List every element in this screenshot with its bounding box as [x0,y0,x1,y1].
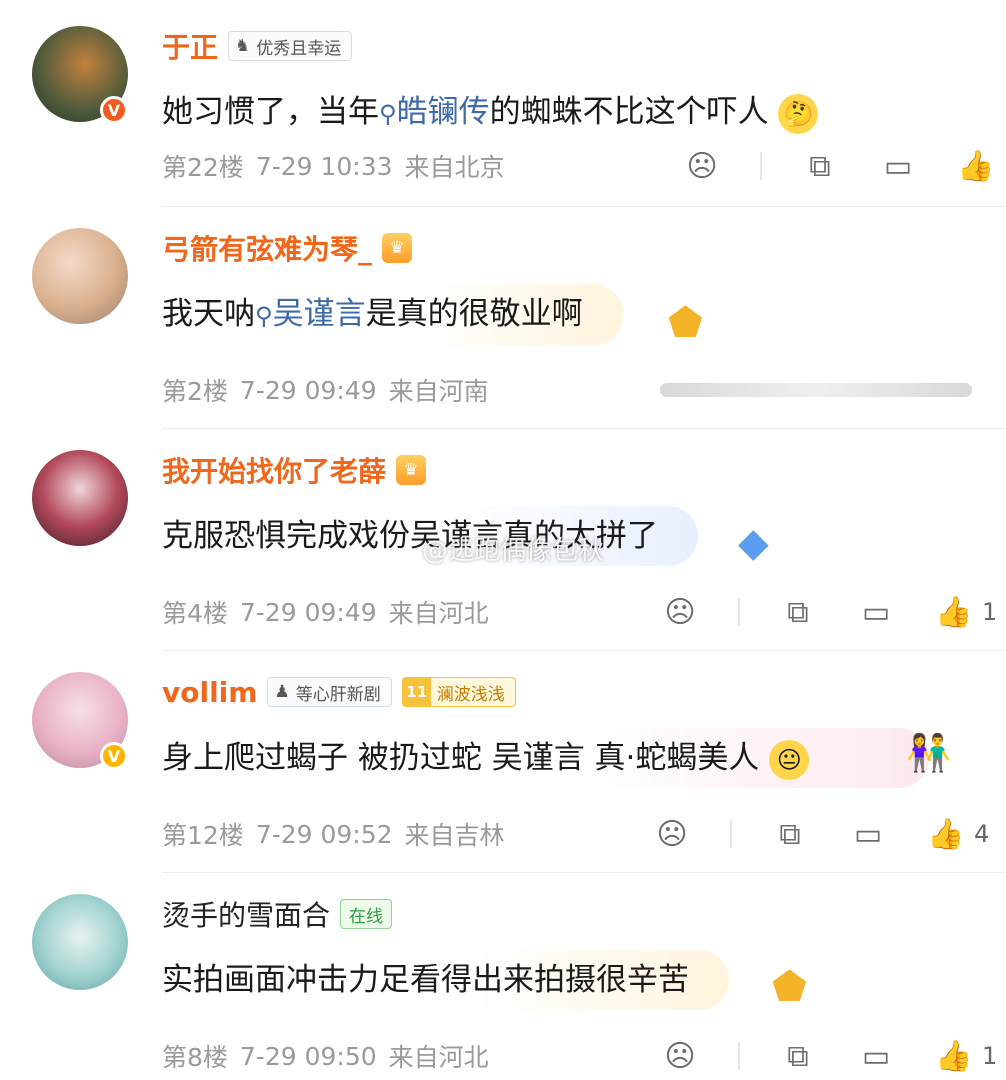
divider [162,206,1006,207]
comment-actions: ☹ ⧉ ▭ 👍 1 [660,592,997,632]
comment-body: 我天呐⚲吴谨言是真的很敬业啊 [162,284,623,346]
avatar[interactable] [32,894,128,990]
comment-icon[interactable]: ▭ [878,146,918,186]
comment-actions: ☹ ⧉ ▭ 👍 [682,146,996,186]
username[interactable]: 我开始找你了老薛 [162,450,386,490]
divider [162,650,1006,651]
divider [162,428,1006,429]
comment-meta: 第8楼 7-29 09:50 来自河北 [162,1041,489,1073]
comment-body: 实拍画面冲击力足看得出来拍摄很辛苦 [162,950,729,1010]
comment-actions: ☹ ⧉ ▭ 👍 1 [660,1036,997,1076]
share-icon[interactable]: ⧉ [770,814,810,854]
share-icon[interactable]: ⧉ [800,146,840,186]
comment-meta: 第22楼 7-29 10:33 来自北京 [162,151,505,183]
like-count: 4 [974,820,990,848]
topic-link[interactable]: 吴谨言 [273,296,366,332]
thinking-emoji-icon: 🤔 [778,93,819,134]
like-icon[interactable]: 👍 [926,814,966,854]
verified-icon: V [100,742,128,770]
comment-icon[interactable]: ▭ [848,814,888,854]
dislike-icon[interactable]: ☹ [652,814,692,854]
gold-badge-icon: ⬟ [668,300,703,346]
diamond-badge-icon: ◆ [738,520,769,566]
share-icon[interactable]: ⧉ [778,1036,818,1076]
blurred-actions [660,383,972,397]
dislike-icon[interactable]: ☹ [682,146,722,186]
comment-meta: 第12楼 7-29 09:52 来自吉林 [162,819,505,851]
watermark: @逃跑偶像包秋 [422,536,605,566]
crown-icon: ♛ [382,233,413,263]
gold-badge-icon: ⬟ [772,964,807,1010]
divider [738,598,740,626]
avatar[interactable] [32,228,128,324]
divider [162,872,1006,873]
user-badge[interactable]: ♞ 优秀且幸运 [228,31,353,61]
comment-meta: 第2楼 7-29 09:49 来自河南 [162,375,489,407]
fan-badge[interactable]: 11 澜波浅浅 [401,677,516,707]
badge-icon: ♞ [235,36,251,56]
like-count: 1 [982,1042,998,1070]
person-icon: ♟ [274,682,290,702]
comment-meta: 第4楼 7-29 09:49 来自河北 [162,597,489,629]
comment-body: 她习惯了，当年⚲皓镧传的蜘蛛不比这个吓人 🤔 [162,82,819,144]
avatar[interactable] [32,450,128,546]
comment-actions: ☹ ⧉ ▭ 👍 4 [652,814,989,854]
divider [738,1042,740,1070]
like-count: 1 [982,598,998,626]
like-icon[interactable]: 👍 [934,592,974,632]
username[interactable]: 弓箭有弦难为琴_ [162,228,372,268]
emoji-icon: 😐 [769,739,810,780]
user-badge[interactable]: ♟ 等心肝新剧 [267,677,392,707]
share-icon[interactable]: ⧉ [778,592,818,632]
topic-link[interactable]: 皓镧传 [397,94,490,130]
username[interactable]: 烫手的雪面合 [162,894,330,934]
crown-icon: ♛ [396,455,427,485]
divider [730,820,732,848]
online-badge: 在线 [340,899,393,929]
divider [760,152,762,180]
search-icon: ⚲ [255,302,273,330]
dislike-icon[interactable]: ☹ [660,592,700,632]
verified-icon: V [100,96,128,124]
dislike-icon[interactable]: ☹ [660,1036,700,1076]
username[interactable]: vollim [162,676,257,709]
sticker-icon: 👫 [906,733,951,774]
comment-icon[interactable]: ▭ [856,592,896,632]
comment-icon[interactable]: ▭ [856,1036,896,1076]
comment-body: 身上爬过蝎子 被扔过蛇 吴谨言 真·蛇蝎美人 😐 [162,728,930,788]
like-icon[interactable]: 👍 [934,1036,974,1076]
like-icon[interactable]: 👍 [956,146,996,186]
username[interactable]: 于正 [162,26,218,66]
search-icon: ⚲ [379,100,397,128]
